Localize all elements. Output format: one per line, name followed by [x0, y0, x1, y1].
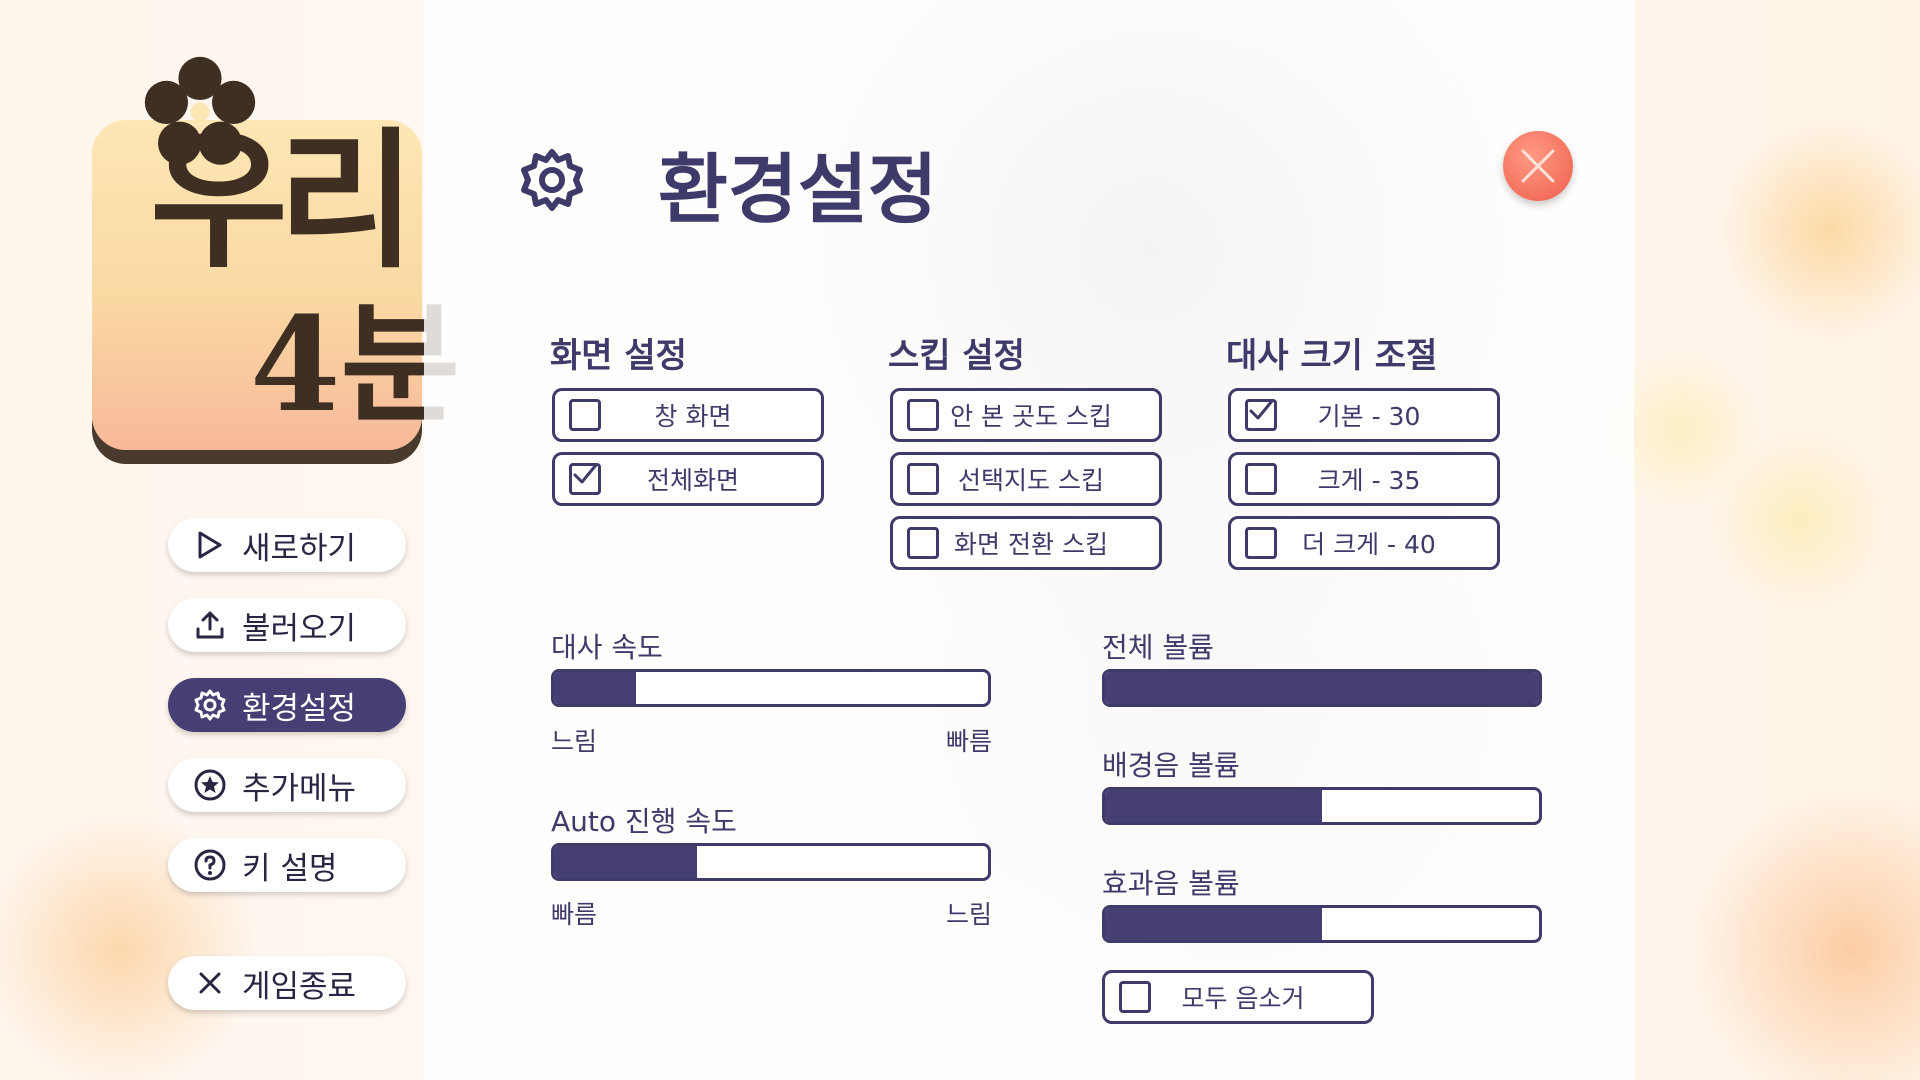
menu-exit-button[interactable]: 게임종료 [168, 956, 406, 1010]
check-icon [573, 463, 597, 484]
text-size-default-option[interactable]: 기본 - 30 [1228, 388, 1500, 442]
slider-fill [1105, 908, 1322, 940]
text-size-larger-option[interactable]: 더 크게 - 40 [1228, 516, 1500, 570]
menu-new-game-button[interactable]: 새로하기 [168, 518, 406, 572]
text-size-large-option[interactable]: 크게 - 35 [1228, 452, 1500, 506]
screen-settings-title: 화면 설정 [550, 336, 687, 376]
option-label: 모두 음소거 [1181, 984, 1305, 1013]
skip-unread-option[interactable]: 안 본 곳도 스킵 [890, 388, 1162, 442]
option-label: 안 본 곳도 스킵 [950, 402, 1112, 431]
checkbox[interactable] [1245, 399, 1277, 431]
master-volume-label: 전체 볼륨 [1102, 631, 1214, 664]
menu-settings-button[interactable]: 환경설정 [168, 678, 406, 732]
option-label: 기본 - 30 [1317, 402, 1421, 431]
star-icon [190, 765, 230, 805]
menu-key-help-button[interactable]: 키 설명 [168, 838, 406, 892]
menu-item-label: 불러오기 [242, 610, 357, 647]
text-speed-label: 대사 속도 [551, 631, 663, 664]
option-label: 전체화면 [646, 466, 739, 495]
slider-fill [1105, 790, 1322, 822]
option-label: 크게 - 35 [1317, 466, 1421, 495]
checkbox[interactable] [907, 399, 939, 431]
checkbox[interactable] [569, 399, 601, 431]
checkbox[interactable] [1119, 981, 1151, 1013]
checkbox[interactable] [907, 527, 939, 559]
text-size-title: 대사 크기 조절 [1226, 336, 1438, 376]
menu-item-label: 새로하기 [242, 530, 357, 567]
auto-speed-min-label: 빠름 [551, 900, 598, 929]
option-label: 화면 전환 스킵 [954, 530, 1108, 559]
menu-extra-button[interactable]: 추가메뉴 [168, 758, 406, 812]
menu-item-label: 게임종료 [242, 968, 357, 1005]
text-speed-min-label: 느림 [551, 727, 598, 756]
bgm-volume-slider[interactable] [1102, 787, 1542, 825]
upload-icon [190, 605, 230, 645]
screen-windowed-option[interactable]: 창 화면 [552, 388, 824, 442]
skip-transition-option[interactable]: 화면 전환 스킵 [890, 516, 1162, 570]
sfx-volume-slider[interactable] [1102, 905, 1542, 943]
play-icon [190, 525, 230, 565]
option-label: 창 화면 [654, 402, 732, 431]
check-icon [1249, 399, 1273, 420]
page-title: 환경설정 [658, 145, 938, 234]
question-icon [190, 845, 230, 885]
menu-item-label: 키 설명 [242, 850, 338, 887]
auto-speed-label: Auto 진행 속도 [551, 805, 737, 838]
skip-choices-option[interactable]: 선택지도 스킵 [890, 452, 1162, 506]
skip-settings-title: 스킵 설정 [888, 336, 1025, 376]
slider-fill [554, 846, 698, 878]
checkbox[interactable] [1245, 463, 1277, 495]
auto-speed-max-label: 느림 [946, 900, 993, 929]
menu-item-label: 환경설정 [242, 690, 357, 727]
master-volume-slider[interactable] [1102, 669, 1542, 707]
x-icon [190, 963, 230, 1003]
gear-icon [521, 149, 583, 211]
menu-load-button[interactable]: 불러오기 [168, 598, 406, 652]
menu-item-label: 추가메뉴 [242, 770, 357, 807]
text-speed-slider[interactable] [551, 669, 991, 707]
slider-fill [554, 672, 637, 704]
mute-all-option[interactable]: 모두 음소거 [1102, 970, 1374, 1024]
checkbox[interactable] [569, 463, 601, 495]
slider-fill [1105, 672, 1539, 704]
option-label: 선택지도 스킵 [958, 466, 1104, 495]
close-icon [1521, 149, 1555, 183]
screen-fullscreen-option[interactable]: 전체화면 [552, 452, 824, 506]
auto-speed-slider[interactable] [551, 843, 991, 881]
gear-icon [190, 685, 230, 725]
close-button[interactable] [1503, 131, 1573, 201]
text-speed-max-label: 빠름 [946, 727, 993, 756]
checkbox[interactable] [907, 463, 939, 495]
checkbox[interactable] [1245, 527, 1277, 559]
bgm-volume-label: 배경음 볼륨 [1102, 749, 1240, 782]
option-label: 더 크게 - 40 [1302, 530, 1436, 559]
sfx-volume-label: 효과음 볼륨 [1102, 867, 1240, 900]
